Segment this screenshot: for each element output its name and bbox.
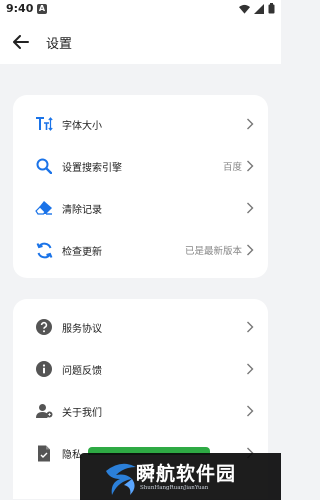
eraser-icon (35, 199, 53, 217)
status-time: 9:40 (6, 2, 34, 15)
font-size-icon (35, 115, 53, 133)
row-label: 问题反馈 (62, 365, 102, 377)
row-label: 清除记录 (62, 204, 102, 216)
feedback-row[interactable]: 问题反馈 (13, 348, 268, 390)
row-label: 服务协议 (62, 323, 102, 335)
chevron-right-icon (247, 363, 254, 375)
battery-icon (268, 3, 275, 14)
search-icon (35, 157, 53, 175)
about-us-row[interactable]: 关于我们 (13, 390, 268, 432)
row-label: 隐私 (62, 449, 82, 461)
refresh-icon (35, 241, 53, 259)
signal-icon (254, 3, 264, 14)
row-label: 检查更新 (62, 246, 102, 258)
question-circle-icon (35, 318, 53, 336)
chevron-right-icon (247, 160, 254, 172)
watermark-title: 瞬航软件园 (136, 463, 237, 485)
service-agreement-row[interactable]: 服务协议 (13, 306, 268, 348)
chevron-right-icon (247, 321, 254, 333)
check-update-row[interactable]: 检查更新 已是最新版本 (13, 229, 268, 271)
chevron-right-icon (247, 244, 254, 256)
status-icons (239, 3, 275, 14)
watermark-subtitle: ShunHangRuanJianYuan (140, 485, 209, 491)
notification-icon: A (37, 4, 47, 14)
row-value: 百度 (222, 162, 242, 173)
watermark-logo-icon (106, 463, 136, 495)
page-title: 设置 (46, 37, 73, 52)
row-value: 已是最新版本 (184, 246, 242, 257)
user-icon (35, 402, 53, 420)
chevron-right-icon (247, 405, 254, 417)
status-bar: 9:40 A (0, 0, 281, 20)
watermark: 瞬航软件园 ShunHangRuanJianYuan (80, 447, 281, 500)
clear-history-row[interactable]: 清除记录 (13, 187, 268, 229)
arrow-left-icon (13, 35, 29, 49)
back-button[interactable] (8, 30, 34, 54)
wifi-icon (239, 4, 250, 14)
row-label: 关于我们 (62, 407, 102, 419)
row-label: 字体大小 (62, 120, 102, 132)
font-size-row[interactable]: 字体大小 (13, 103, 268, 145)
document-icon (35, 444, 53, 462)
search-engine-row[interactable]: 设置搜索引擎 百度 (13, 145, 268, 187)
info-circle-icon (35, 360, 53, 378)
chevron-right-icon (247, 118, 254, 130)
watermark-banner: 瞬航软件园 ShunHangRuanJianYuan (80, 453, 281, 500)
chevron-right-icon (247, 202, 254, 214)
row-label: 设置搜索引擎 (62, 162, 122, 174)
settings-card-general: 字体大小 设置搜索引擎 百度 清除记录 检查更新 已是最新版本 (13, 95, 268, 278)
app-bar: 设置 (0, 20, 281, 64)
